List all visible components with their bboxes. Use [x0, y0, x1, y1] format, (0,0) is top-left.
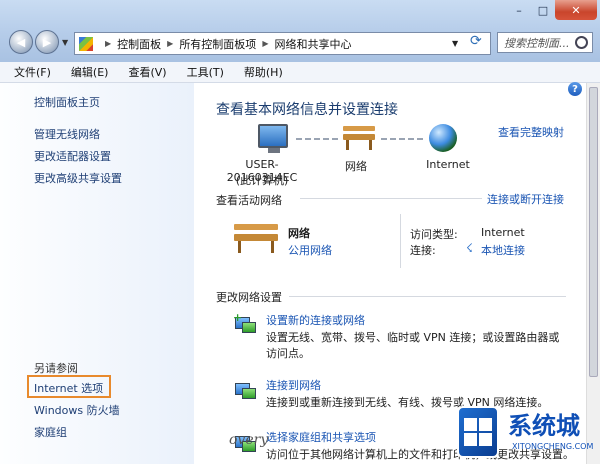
scrollbar-thumb[interactable] [589, 87, 598, 377]
back-button[interactable]: ◀ [9, 30, 33, 54]
site-watermark: 系统城 XITONGCHENG.COM [440, 400, 600, 464]
connect-network-icon [235, 379, 257, 399]
maximize-button[interactable]: □ [531, 0, 555, 20]
task-setup-connection-desc: 设置无线、宽带、拨号、临时或 VPN 连接；或设置路由器或 [266, 331, 560, 344]
map-connector [296, 138, 338, 140]
search-icon[interactable] [575, 36, 588, 49]
search-placeholder: 搜索控制面... [504, 36, 570, 50]
change-settings-heading: 更改网络设置 [216, 291, 282, 304]
title-bar: – □ ✕ ◀ ▶ ▼ ▶ 控制面板 ▶ 所有控制面板项 ▶ 网络和共享中心 ▼… [0, 0, 600, 62]
access-type-label: 访问类型: [410, 228, 458, 241]
forward-button[interactable]: ▶ [35, 30, 59, 54]
menu-help[interactable]: 帮助(H) [244, 64, 283, 80]
local-connection-link[interactable]: 本地连接 [481, 242, 525, 258]
arrow-left-icon: ◀ [16, 35, 26, 49]
section-divider [289, 296, 566, 297]
chevron-right-icon[interactable]: ▶ [167, 39, 173, 48]
sidebar-item-adapter[interactable]: 更改适配器设置 [34, 148, 111, 164]
address-bar[interactable]: ▶ 控制面板 ▶ 所有控制面板项 ▶ 网络和共享中心 [74, 32, 491, 55]
active-network-bench-icon [234, 224, 278, 254]
menu-file[interactable]: 文件(F) [14, 64, 51, 80]
connect-disconnect-link[interactable]: 连接或断开连接 [487, 191, 564, 207]
connection-label: 连接: [410, 244, 436, 257]
menu-edit[interactable]: 编辑(E) [71, 64, 109, 80]
windows-logo-icon [457, 406, 499, 458]
vertical-divider [400, 214, 401, 268]
public-network-link[interactable]: 公用网络 [288, 242, 332, 258]
task-setup-connection-link[interactable]: 设置新的连接或网络 [266, 312, 365, 328]
map-network-label: 网络 [345, 160, 367, 173]
new-connection-icon: + [233, 311, 257, 333]
address-dropdown[interactable]: ▼ [452, 39, 458, 48]
arrow-right-icon: ▶ [42, 35, 52, 49]
section-divider [300, 198, 482, 199]
see-also-heading: 另请参阅 [34, 362, 78, 375]
map-connector [381, 138, 423, 140]
ethernet-icon: ☇ [466, 241, 473, 255]
access-type-value: Internet [481, 226, 525, 239]
minimize-button[interactable]: – [507, 0, 531, 20]
breadcrumb-network-center[interactable]: 网络和共享中心 [274, 36, 351, 52]
chevron-right-icon[interactable]: ▶ [105, 39, 111, 48]
handwritten-signature: overy [229, 432, 269, 448]
sidebar-item-wireless[interactable]: 管理无线网络 [34, 126, 100, 142]
sidebar: 控制面板主页 管理无线网络 更改适配器设置 更改高级共享设置 另请参阅 Inte… [0, 83, 194, 464]
breadcrumb-control-panel[interactable]: 控制面板 [117, 36, 161, 52]
breadcrumb-all-items[interactable]: 所有控制面板项 [179, 36, 256, 52]
search-input[interactable]: 搜索控制面... [497, 32, 593, 53]
sidebar-item-sharing[interactable]: 更改高级共享设置 [34, 170, 122, 186]
refresh-icon[interactable]: ⟳ [470, 33, 482, 49]
menu-tools[interactable]: 工具(T) [187, 64, 224, 80]
active-networks-heading: 查看活动网络 [216, 194, 282, 207]
network-sharing-center-window: – □ ✕ ◀ ▶ ▼ ▶ 控制面板 ▶ 所有控制面板项 ▶ 网络和共享中心 ▼… [0, 0, 600, 464]
internet-globe-icon [429, 124, 457, 152]
sidebar-item-home[interactable]: 控制面板主页 [34, 94, 100, 110]
sidebar-item-homegroup[interactable]: 家庭组 [34, 424, 67, 440]
watermark-text: 系统城 [508, 412, 580, 440]
view-full-map-link[interactable]: 查看完整映射 [498, 124, 564, 140]
help-icon[interactable]: ? [568, 82, 582, 96]
menu-bar: 文件(F) 编辑(E) 查看(V) 工具(T) 帮助(H) [0, 62, 600, 83]
task-setup-connection-desc2: 访问点。 [266, 347, 310, 360]
recent-pages-dropdown[interactable]: ▼ [62, 38, 68, 47]
network-bench-icon [343, 126, 375, 152]
task-homegroup-link[interactable]: 选择家庭组和共享选项 [266, 429, 376, 445]
chevron-right-icon[interactable]: ▶ [262, 39, 268, 48]
menu-view[interactable]: 查看(V) [128, 64, 166, 80]
sidebar-item-internet-options[interactable]: Internet 选项 [34, 380, 103, 396]
watermark-url: XITONGCHENG.COM [512, 442, 594, 451]
sidebar-item-firewall[interactable]: Windows 防火墙 [34, 402, 120, 418]
page-title: 查看基本网络信息并设置连接 [216, 102, 398, 118]
task-connect-network-link[interactable]: 连接到网络 [266, 377, 321, 393]
close-button[interactable]: ✕ [555, 0, 597, 20]
map-computer-sub: (此计算机) [235, 174, 289, 187]
active-network-name: 网络 [288, 227, 310, 240]
control-panel-icon [79, 36, 93, 51]
map-internet-label: Internet [426, 158, 470, 171]
